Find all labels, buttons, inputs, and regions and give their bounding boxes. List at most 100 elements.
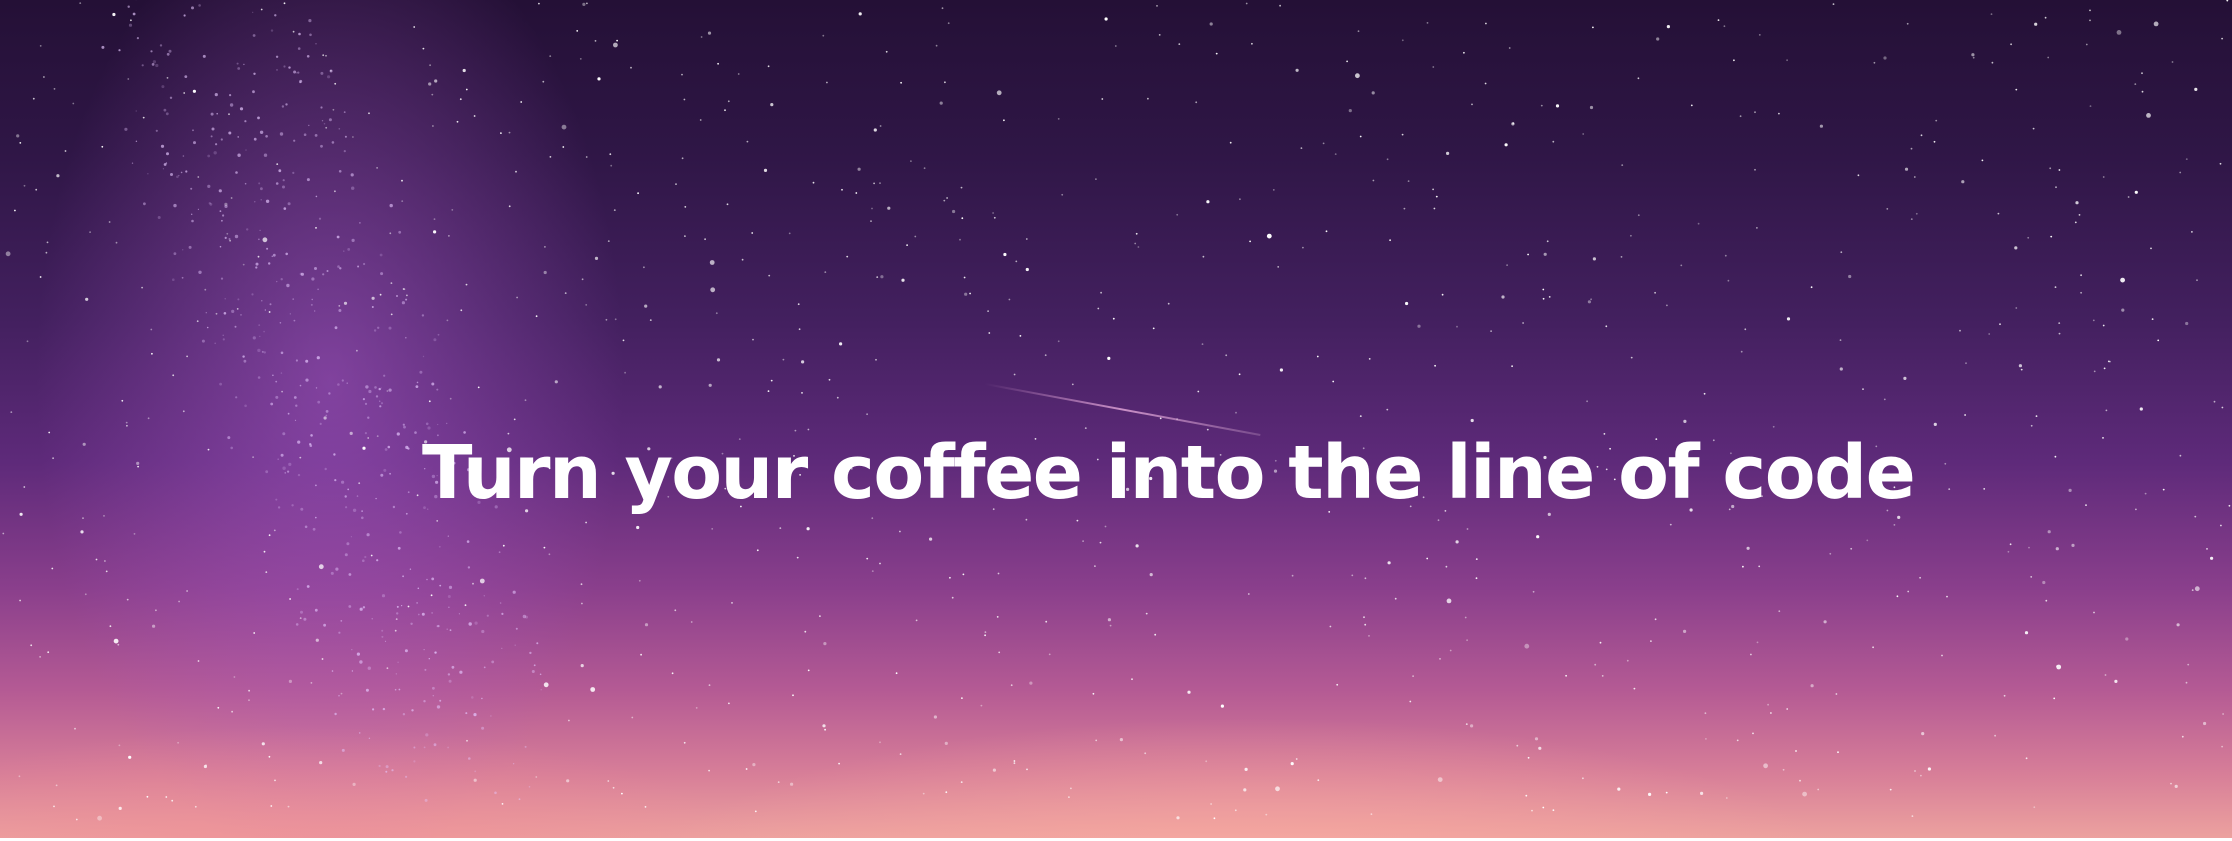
hero-banner: Turn your coffee into the line of code	[0, 0, 2232, 841]
star	[436, 388, 439, 391]
star	[1417, 324, 1421, 328]
star	[1823, 620, 1827, 624]
star	[16, 134, 20, 138]
star	[317, 400, 321, 404]
star	[529, 651, 532, 655]
star	[118, 49, 121, 52]
star	[508, 131, 511, 134]
star	[1464, 616, 1467, 619]
star	[338, 631, 341, 634]
star	[437, 624, 440, 628]
star	[585, 521, 587, 524]
star	[2053, 697, 2056, 700]
star	[1371, 91, 1375, 95]
star	[219, 382, 223, 386]
star	[1752, 732, 1754, 735]
star	[182, 249, 184, 251]
star	[446, 319, 449, 322]
star	[998, 651, 1001, 654]
star	[286, 283, 290, 288]
star	[240, 314, 242, 316]
star	[299, 617, 302, 619]
star	[945, 791, 948, 794]
star	[1432, 66, 1435, 68]
star	[1744, 328, 1747, 331]
star	[278, 169, 282, 173]
star	[2102, 176, 2105, 178]
star	[1045, 620, 1048, 623]
star	[332, 108, 335, 111]
star	[566, 779, 570, 783]
star	[879, 125, 882, 127]
star	[424, 668, 427, 671]
star	[580, 664, 584, 668]
star	[166, 152, 169, 156]
star	[1920, 134, 1923, 137]
star	[1740, 350, 1743, 353]
star	[1601, 675, 1604, 677]
star	[524, 399, 527, 402]
star	[1104, 17, 1108, 21]
star	[1817, 788, 1820, 791]
star	[1630, 234, 1632, 237]
star	[300, 610, 303, 614]
star	[1013, 373, 1016, 376]
star	[501, 803, 504, 805]
star	[887, 206, 891, 210]
star	[1101, 98, 1104, 100]
star	[128, 23, 133, 27]
star	[1705, 738, 1707, 740]
star	[1057, 118, 1060, 120]
star	[416, 381, 419, 384]
star	[987, 310, 989, 312]
star	[2030, 576, 2033, 578]
star	[1070, 787, 1072, 790]
star	[204, 288, 207, 291]
star	[1683, 629, 1687, 634]
star	[1999, 323, 2001, 326]
star	[378, 387, 381, 391]
star	[261, 300, 263, 302]
star	[1723, 25, 1726, 28]
star	[263, 153, 268, 157]
star	[213, 151, 217, 155]
star	[1154, 633, 1157, 636]
star	[364, 555, 367, 559]
star	[317, 288, 319, 291]
star	[270, 805, 273, 807]
star	[561, 124, 567, 130]
star	[1135, 544, 1139, 548]
star	[281, 390, 283, 393]
star	[1857, 174, 1860, 177]
star	[351, 186, 355, 190]
star	[45, 251, 48, 254]
star	[268, 262, 271, 265]
star	[279, 132, 284, 136]
star	[1883, 398, 1886, 401]
star	[1368, 635, 1370, 637]
star	[996, 90, 1002, 96]
star	[2151, 318, 2154, 320]
star	[880, 275, 884, 279]
star	[727, 100, 730, 103]
star	[359, 607, 363, 611]
star	[1927, 767, 1931, 771]
star	[2015, 307, 2018, 309]
star	[448, 606, 450, 608]
star	[1910, 147, 1913, 150]
star	[964, 292, 968, 296]
star	[428, 82, 432, 86]
star	[367, 416, 370, 419]
star	[512, 763, 515, 765]
star	[325, 54, 327, 57]
star	[1015, 260, 1018, 263]
star	[2206, 548, 2208, 550]
star	[343, 301, 348, 305]
star	[385, 770, 388, 773]
star	[1862, 388, 1864, 390]
star	[305, 359, 309, 363]
star	[431, 93, 434, 96]
star	[1484, 82, 1487, 85]
star	[293, 70, 297, 74]
star	[1620, 256, 1623, 258]
